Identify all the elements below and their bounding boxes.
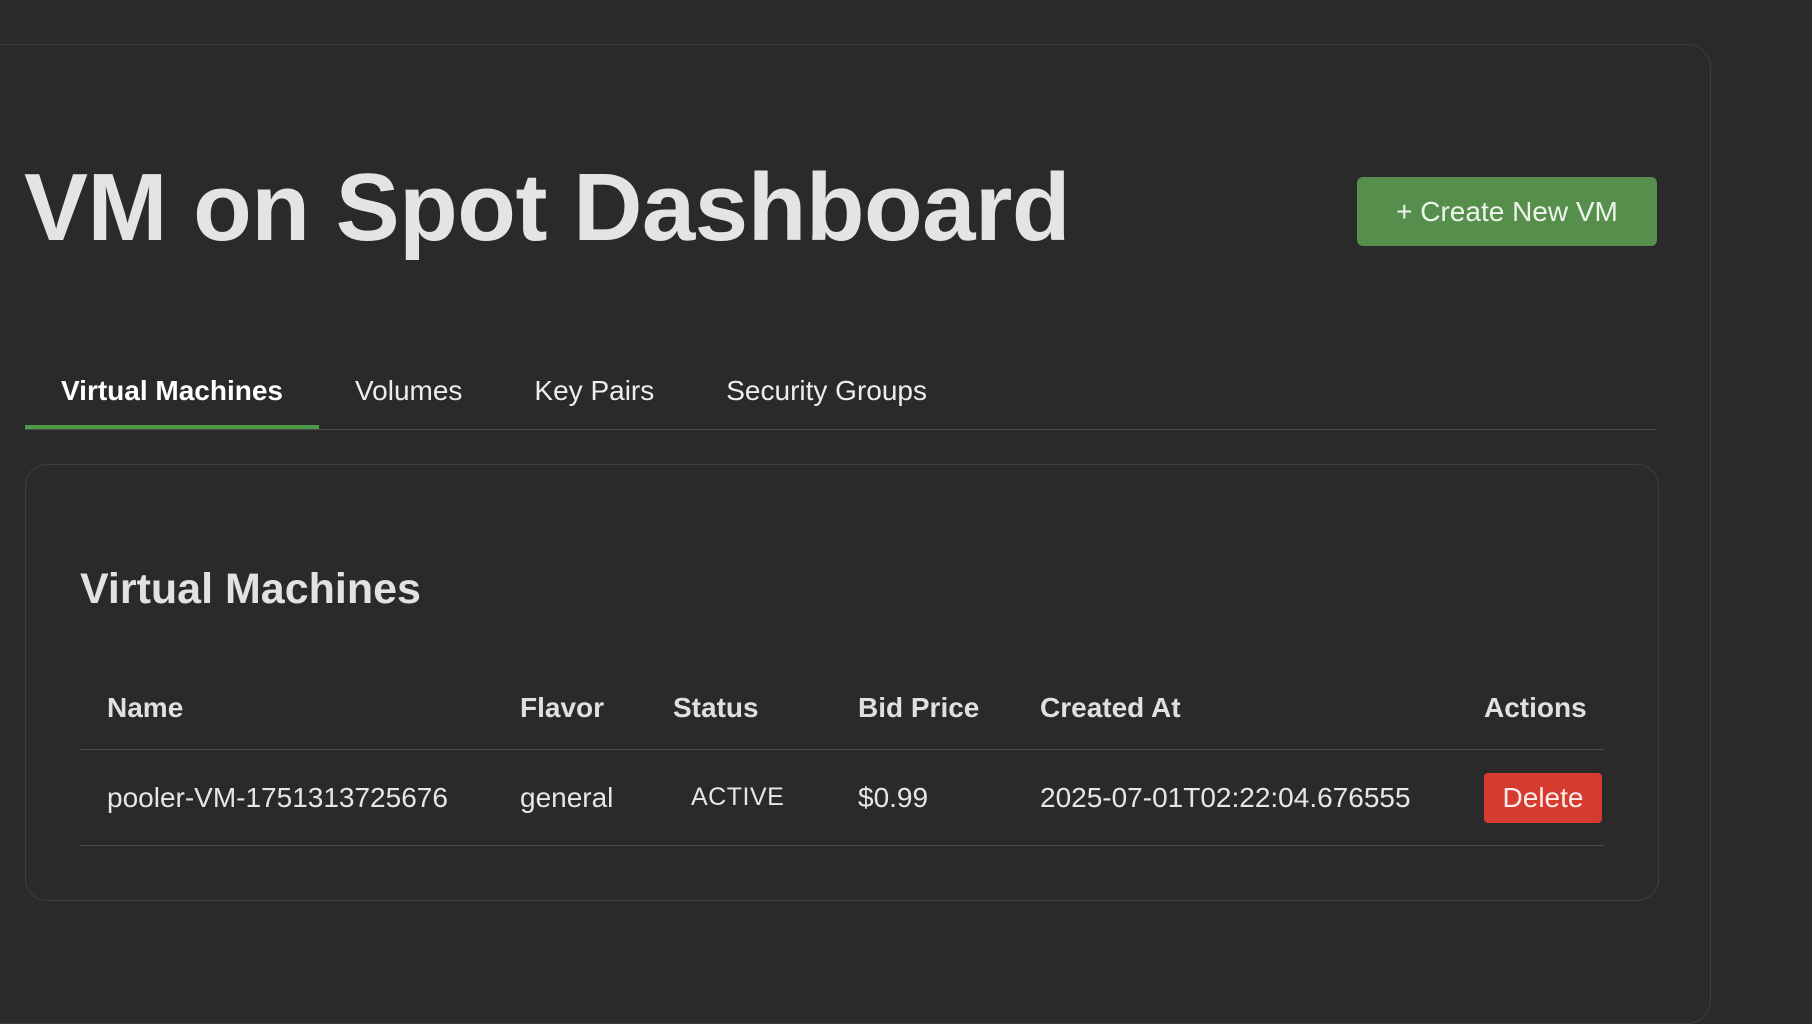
tab-security-groups[interactable]: Security Groups [690,363,963,429]
vm-bid-price: $0.99 [831,749,1013,846]
column-header-created-at: Created At [1013,667,1457,750]
tab-volumes[interactable]: Volumes [319,363,498,429]
column-header-bid-price: Bid Price [831,667,1013,750]
column-header-name: Name [80,667,493,750]
column-header-actions: Actions [1457,667,1604,750]
tab-key-pairs[interactable]: Key Pairs [498,363,690,429]
column-header-status: Status [646,667,831,750]
vm-flavor: general [493,749,646,846]
vm-status-cell: ACTIVE [646,749,831,846]
vm-name: pooler-VM-1751313725676 [80,749,493,846]
virtual-machines-panel: Virtual Machines Name Flavor Status Bid … [25,464,1659,901]
create-new-vm-button[interactable]: + Create New VM [1357,177,1657,246]
tab-bar: Virtual Machines Volumes Key Pairs Secur… [25,363,1657,430]
table-header-row: Name Flavor Status Bid Price Created At … [80,667,1604,750]
vm-actions-cell: Delete [1457,749,1604,846]
tab-virtual-machines[interactable]: Virtual Machines [25,363,320,429]
column-header-flavor: Flavor [493,667,646,750]
section-title: Virtual Machines [80,565,421,613]
table-row: pooler-VM-1751313725676 general ACTIVE $… [80,749,1604,846]
page-title: VM on Spot Dashboard [24,154,1071,261]
status-badge: ACTIVE [691,783,785,811]
vm-table: Name Flavor Status Bid Price Created At … [80,667,1604,846]
vm-created-at: 2025-07-01T02:22:04.676555 [1013,749,1457,846]
delete-button[interactable]: Delete [1484,772,1602,823]
